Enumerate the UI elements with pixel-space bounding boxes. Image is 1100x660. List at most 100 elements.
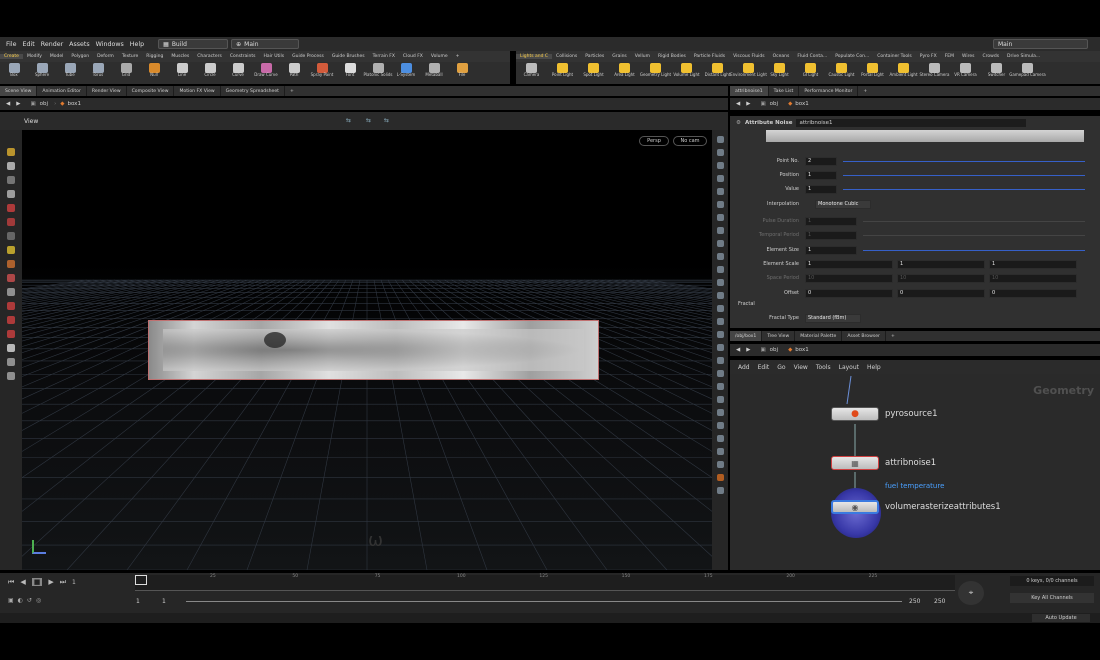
shelf-tool[interactable]: Tube	[56, 62, 84, 84]
display-option-icon[interactable]	[716, 487, 724, 494]
pyrosource-node-body[interactable]: ●	[831, 407, 879, 421]
shelf-tool[interactable]: Box	[0, 62, 28, 84]
tool-icon[interactable]	[7, 274, 15, 282]
range-start[interactable]: 1	[136, 598, 140, 605]
auto-update-dropdown[interactable]: Auto Update	[1032, 614, 1090, 622]
param-slider[interactable]	[863, 220, 1085, 222]
shelf-tool[interactable]: Point Light	[547, 62, 578, 84]
add-tab-icon[interactable]: +	[285, 86, 299, 96]
tool-icon[interactable]	[7, 218, 15, 226]
param-field[interactable]: 0	[897, 288, 985, 298]
current-frame[interactable]: 1	[72, 579, 76, 586]
shelf-tab[interactable]: Muscles	[167, 54, 193, 59]
desktop-dropdown[interactable]: ▦ Build	[158, 39, 229, 49]
add-tab-icon[interactable]: +	[886, 331, 900, 341]
tool-icon[interactable]	[7, 316, 15, 324]
timeline-ruler[interactable]: 25 50 75 100 125 150 175 200 225	[135, 574, 955, 591]
step-back-icon[interactable]: ◀	[20, 578, 25, 586]
shelf-tool[interactable]: Geometry Light	[640, 62, 671, 84]
display-option-icon[interactable]	[716, 396, 724, 403]
param-field[interactable]: 1	[805, 170, 837, 180]
menu-item-edit[interactable]: Edit	[23, 41, 35, 48]
view-tool-icon[interactable]: ⇆	[366, 117, 371, 124]
range-icon[interactable]: ▣	[8, 597, 14, 604]
display-option-icon[interactable]	[716, 331, 724, 338]
pane-tab[interactable]: attribnoise1	[730, 86, 769, 96]
shelf-tab[interactable]: Deform	[93, 54, 118, 59]
display-option-icon[interactable]	[716, 461, 724, 468]
display-option-icon[interactable]	[716, 305, 724, 312]
shelf-tool[interactable]: File	[448, 62, 476, 84]
param-slider[interactable]	[863, 249, 1085, 251]
jump-start-icon[interactable]: ⏮	[8, 578, 14, 587]
shelf-tab[interactable]: Rigid Bodies	[654, 54, 690, 59]
display-option-icon[interactable]	[716, 188, 724, 195]
param-field[interactable]: 1	[989, 259, 1077, 269]
param-slider[interactable]	[843, 174, 1085, 176]
interpolation-dropdown[interactable]: Monotone Cubic	[815, 199, 871, 209]
display-option-icon[interactable]	[716, 136, 724, 143]
display-option-icon[interactable]	[716, 357, 724, 364]
display-option-icon[interactable]	[716, 240, 724, 247]
back-arrow-icon[interactable]: ◀	[6, 101, 10, 107]
shelf-tool[interactable]: Gamepad Camera	[1009, 62, 1046, 84]
range-icon[interactable]: ◎	[36, 597, 41, 604]
shelf-tab[interactable]: Particles	[581, 54, 608, 59]
node-attribnoise[interactable]: ▦ attribnoise1	[831, 456, 936, 470]
tool-icon[interactable]	[7, 204, 15, 212]
tool-icon[interactable]	[7, 232, 15, 240]
shelf-tab[interactable]: Terrain FX	[369, 54, 399, 59]
shelf-tool[interactable]: Sky Light	[764, 62, 795, 84]
shelf-tool[interactable]: Font	[336, 62, 364, 84]
volumerasterize-node-body[interactable]: ◉	[831, 500, 879, 514]
shelf-tool[interactable]: Switcher	[981, 62, 1012, 84]
tool-icon[interactable]	[7, 260, 15, 268]
tool-icon[interactable]	[7, 372, 15, 380]
display-option-icon[interactable]	[716, 435, 724, 442]
shelf-tool[interactable]: VR Camera	[950, 62, 981, 84]
network-editor[interactable]: Geometry	[730, 374, 1100, 570]
tool-icon[interactable]	[7, 148, 15, 156]
menu-item-assets[interactable]: Assets	[69, 41, 90, 48]
shelf-tab[interactable]: Populate Con...	[831, 54, 873, 59]
shelf-tab[interactable]: Characters	[193, 54, 226, 59]
network-menu-view[interactable]: View	[794, 364, 808, 371]
param-field[interactable]: 1	[897, 259, 985, 269]
param-field[interactable]: 10	[897, 273, 985, 283]
shelf-tab[interactable]: Pyro FX	[916, 54, 941, 59]
menu-item-file[interactable]: File	[6, 41, 17, 48]
display-option-icon[interactable]	[716, 474, 724, 481]
shelf-tab[interactable]: Modify	[23, 54, 46, 59]
param-field[interactable]: 1	[805, 259, 893, 269]
shelf-tool[interactable]: Caustic Light	[826, 62, 857, 84]
shelf-tool[interactable]: GI Light	[795, 62, 826, 84]
jump-end-icon[interactable]: ⏭	[60, 578, 66, 587]
shelf-tab[interactable]: Crowds	[979, 54, 1004, 59]
shelf-tab[interactable]: Container Tools	[873, 54, 916, 59]
shelf-tool[interactable]: Sphere	[28, 62, 56, 84]
shelf-tab[interactable]: FEM	[941, 54, 958, 59]
display-option-icon[interactable]	[716, 227, 724, 234]
shelf-tab[interactable]: Volume	[427, 54, 452, 59]
node-pyrosource[interactable]: ● pyrosource1	[831, 407, 938, 421]
pane-tab[interactable]: Animation Editor	[37, 86, 87, 96]
display-option-icon[interactable]	[716, 409, 724, 416]
shelf-tool[interactable]: Spray Paint	[308, 62, 336, 84]
shelf-tab[interactable]: Guide Brushes	[328, 54, 369, 59]
key-icon[interactable]: ⌖	[958, 581, 984, 605]
context-dropdown[interactable]: ⊕ Main	[231, 39, 300, 49]
tool-icon[interactable]	[7, 302, 15, 310]
menu-item-render[interactable]: Render	[41, 41, 63, 48]
shelf-tab[interactable]: Oceans	[769, 54, 794, 59]
fractal-type-dropdown[interactable]: Standard (fBm)	[805, 313, 861, 323]
playhead[interactable]	[135, 575, 147, 585]
network-menu-edit[interactable]: Edit	[758, 364, 770, 371]
tool-icon[interactable]	[7, 176, 15, 184]
param-field[interactable]: 10	[989, 273, 1077, 283]
range-icon[interactable]: ↺	[27, 597, 32, 604]
param-slider[interactable]	[843, 160, 1085, 162]
tool-icon[interactable]	[7, 190, 15, 198]
range-start-2[interactable]: 1	[162, 598, 166, 605]
display-option-icon[interactable]	[716, 383, 724, 390]
shelf-tab[interactable]: Model	[46, 54, 68, 59]
